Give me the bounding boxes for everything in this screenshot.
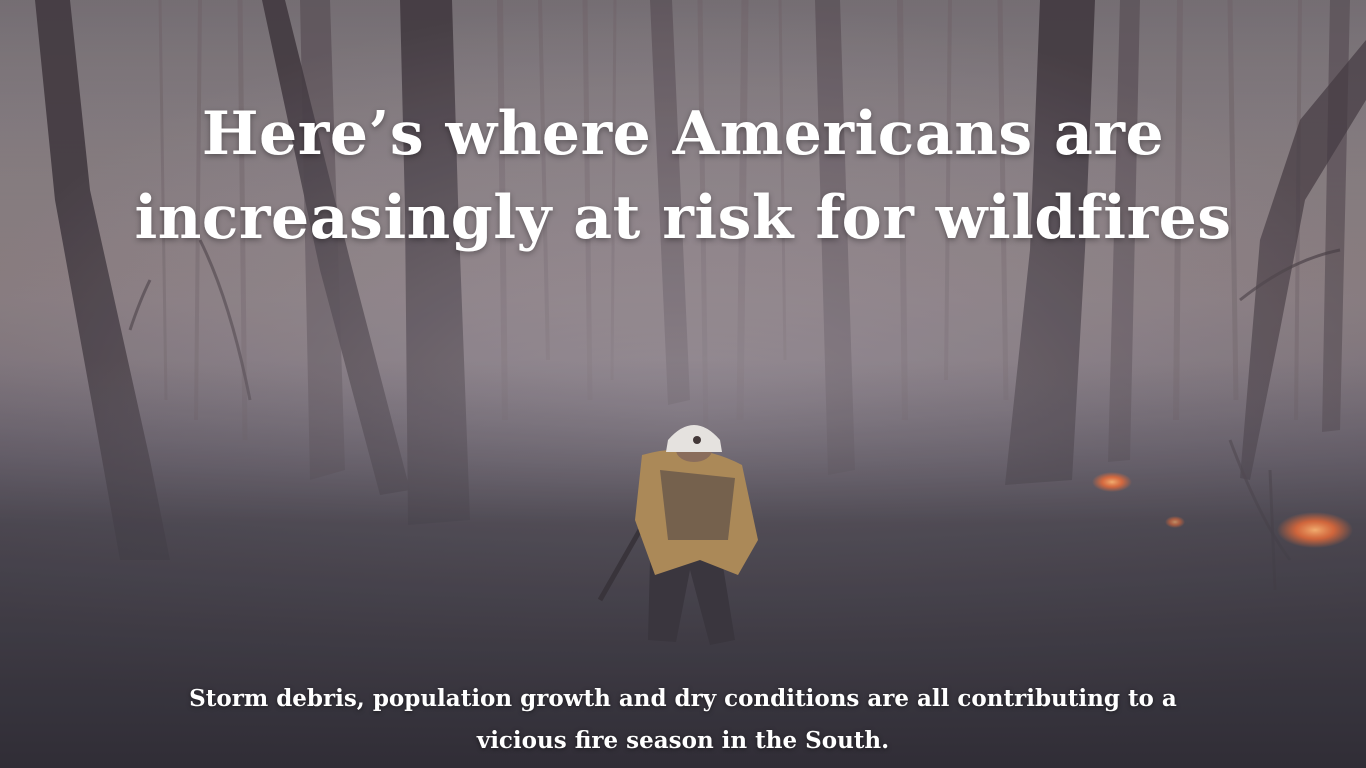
hero-banner: Here’s where Americans are increasingly … <box>0 0 1366 768</box>
subheadline: Storm debris, population growth and dry … <box>189 685 1177 754</box>
headline: Here’s where Americans are increasingly … <box>134 99 1232 253</box>
